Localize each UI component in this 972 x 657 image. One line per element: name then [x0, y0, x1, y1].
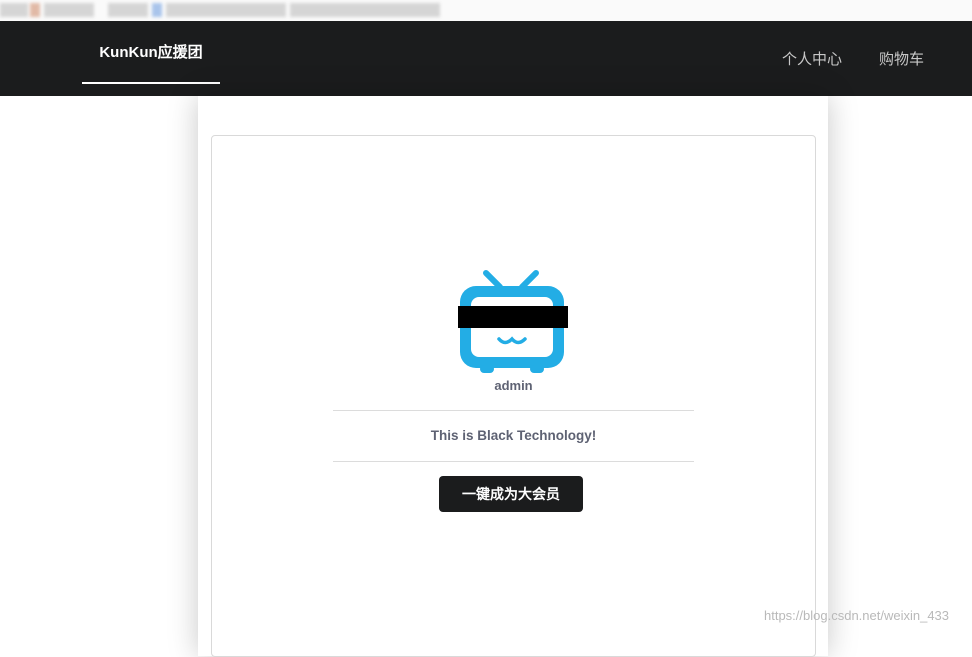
profile-tagline: This is Black Technology! [430, 428, 597, 443]
blurred-address-bar [0, 3, 460, 17]
brand-home-link[interactable]: KunKun应援团 [82, 21, 220, 84]
main-panel: admin This is Black Technology! 一键成为大会员 [198, 96, 828, 657]
become-vip-button[interactable]: 一键成为大会员 [439, 476, 583, 512]
profile-card: admin This is Black Technology! 一键成为大会员 [211, 135, 816, 657]
nav-cart-link[interactable]: 购物车 [879, 21, 924, 96]
browser-address-strip [0, 0, 972, 21]
username-label: admin [494, 378, 533, 393]
divider-bottom [333, 461, 694, 462]
nav-profile-link[interactable]: 个人中心 [782, 21, 842, 96]
divider-top [333, 410, 694, 411]
csdn-watermark: https://blog.csdn.net/weixin_433 [764, 608, 950, 623]
tv-mascot-icon [458, 270, 568, 373]
top-navbar: KunKun应援团 个人中心 购物车 [0, 21, 972, 96]
